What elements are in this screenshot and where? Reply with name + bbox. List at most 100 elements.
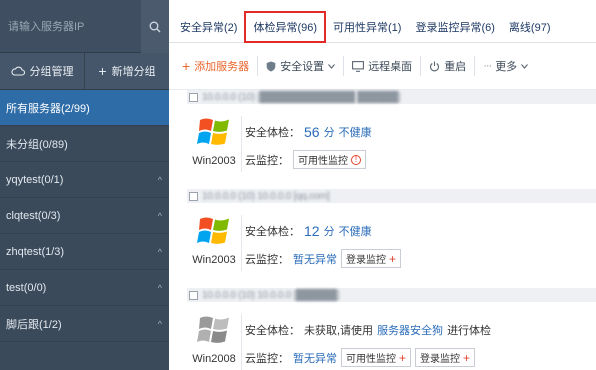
server-title: 10.0.0.0 (10) 10.0.0.0 [██████] bbox=[202, 289, 340, 301]
chevron-down-icon bbox=[521, 63, 529, 69]
group-item-zhqtest[interactable]: zhqtest(1/3) ^ bbox=[0, 234, 169, 270]
tab-label: 可用性异常(1) bbox=[333, 22, 402, 34]
tab-security-exception[interactable]: 安全异常(2) bbox=[173, 12, 244, 42]
group-item-ungrouped[interactable]: 未分组(0/89) bbox=[0, 126, 169, 162]
monitor-row: 云监控： 暂无异常 登录监控 + bbox=[245, 249, 402, 268]
add-server-label: 添加服务器 bbox=[194, 61, 250, 73]
remote-desktop-button[interactable]: 远程桌面 bbox=[344, 53, 420, 79]
divider bbox=[241, 314, 242, 370]
server-checkbox[interactable] bbox=[189, 191, 198, 201]
tag-label: 登录监控 bbox=[420, 354, 461, 365]
tab-checkup-exception[interactable]: 体检异常(96) bbox=[244, 11, 327, 43]
checkup-suffix: 进行体检 bbox=[447, 325, 492, 337]
caret-up-icon[interactable]: ^ bbox=[158, 211, 162, 221]
server-checkbox[interactable] bbox=[189, 92, 198, 102]
more-label: 更多 bbox=[495, 61, 518, 73]
tab-label: 安全异常(2) bbox=[180, 22, 238, 34]
ellipsis-icon: ··· bbox=[483, 60, 492, 72]
health-status-link[interactable]: 不健康 bbox=[339, 223, 372, 239]
new-group-label: 新增分组 bbox=[111, 66, 156, 78]
tab-label: 体检异常(96) bbox=[253, 22, 318, 34]
search-button[interactable] bbox=[141, 0, 169, 53]
warning-icon: ! bbox=[351, 154, 361, 165]
group-item-clqtest[interactable]: clqtest(0/3) ^ bbox=[0, 198, 169, 234]
score-unit: 分 bbox=[323, 127, 335, 139]
add-server-button[interactable]: + 添加服务器 bbox=[174, 53, 257, 79]
server-header: 10.0.0.0 (10) 10.0.0.0 [██████] bbox=[187, 288, 596, 302]
availability-monitor-tag[interactable]: 可用性监控 + bbox=[341, 348, 412, 367]
server-checkbox[interactable] bbox=[189, 290, 198, 300]
security-settings-button[interactable]: 安全设置 bbox=[258, 53, 343, 79]
divider bbox=[241, 215, 242, 271]
tab-bar: 安全异常(2) 体检异常(96) 可用性异常(1) 登录监控异常(6) 离线(9… bbox=[169, 0, 596, 43]
tab-offline[interactable]: 离线(97) bbox=[502, 12, 558, 42]
monitor-label: 云监控： bbox=[245, 352, 289, 365]
tab-label: 登录监控异常(6) bbox=[415, 22, 495, 34]
os-name: Win2008 bbox=[192, 353, 236, 365]
tab-availability-exception[interactable]: 可用性异常(1) bbox=[326, 12, 408, 42]
checkup-label: 安全体检： bbox=[245, 325, 300, 337]
group-manage-button[interactable]: 分组管理 bbox=[0, 53, 84, 89]
server-card: 10.0.0.0 (10) 10.0.0.0 [██████] Win2008 … bbox=[187, 288, 596, 370]
os-badge: Win2003 bbox=[191, 114, 237, 167]
restart-label: 重启 bbox=[444, 61, 467, 73]
group-list: 所有服务器(2/99) 未分组(0/89) yqytest(0/1) ^ clqt… bbox=[0, 90, 169, 342]
server-card: 10.0.0.0 (10) [██████████████ ██████] Wi… bbox=[187, 90, 596, 182]
monitor-status: 暂无异常 bbox=[293, 352, 337, 365]
power-icon bbox=[430, 61, 440, 71]
plus-icon: + bbox=[98, 63, 107, 79]
plus-icon: + bbox=[399, 350, 407, 365]
group-item-heel[interactable]: 脚后跟(1/2) ^ bbox=[0, 306, 169, 342]
checkup-score: 56 bbox=[304, 124, 320, 140]
checkup-row: 安全体检： 未获取,请使用 服务器安全狗 进行体检 bbox=[245, 322, 491, 338]
login-monitor-tag[interactable]: 登录监控 + bbox=[341, 249, 402, 268]
group-label: 脚后跟(1/2) bbox=[6, 318, 62, 331]
sidebar: 分组管理 + 新增分组 所有服务器(2/99) 未分组(0/89) yqytes… bbox=[0, 0, 169, 370]
group-item-test[interactable]: test(0/0) ^ bbox=[0, 270, 169, 306]
search-box bbox=[0, 0, 169, 53]
group-label: 未分组(0/89) bbox=[6, 138, 68, 151]
more-button[interactable]: ··· 更多 bbox=[475, 53, 536, 79]
server-header: 10.0.0.0 (10) [██████████████ ██████] bbox=[187, 90, 596, 104]
toolbar: + 添加服务器 安全设置 远程桌面 重启 ··· 更多 bbox=[169, 43, 596, 90]
tag-label: 可用性监控 bbox=[346, 354, 396, 365]
login-monitor-tag[interactable]: 登录监控 + bbox=[415, 348, 476, 367]
os-badge: Win2008 bbox=[191, 312, 237, 365]
group-label: clqtest(0/3) bbox=[6, 209, 61, 222]
security-settings-label: 安全设置 bbox=[280, 61, 325, 73]
tag-label: 登录监控 bbox=[346, 255, 386, 266]
restart-button[interactable]: 重启 bbox=[421, 53, 474, 79]
group-label: zhqtest(1/3) bbox=[6, 245, 65, 258]
group-bar: 分组管理 + 新增分组 bbox=[0, 53, 169, 90]
os-name: Win2003 bbox=[192, 155, 236, 167]
tab-login-monitor-exception[interactable]: 登录监控异常(6) bbox=[408, 12, 501, 42]
group-label: test(0/0) bbox=[6, 281, 47, 294]
server-body: Win2003 安全体检： 12 分 不健康 云监控： 暂无异常 登录监控 + bbox=[187, 203, 596, 281]
availability-monitor-tag[interactable]: 可用性监控 ! bbox=[293, 150, 366, 169]
group-label: yqytest(0/1) bbox=[6, 173, 64, 186]
caret-up-icon[interactable]: ^ bbox=[158, 175, 162, 185]
plus-icon: + bbox=[182, 58, 191, 74]
server-title: 10.0.0.0 (10) 10.0.0.0 [qq.com] bbox=[202, 190, 330, 202]
search-icon bbox=[149, 21, 161, 32]
group-item-all[interactable]: 所有服务器(2/99) bbox=[0, 90, 169, 126]
caret-up-icon[interactable]: ^ bbox=[158, 247, 162, 257]
group-manage-label: 分组管理 bbox=[29, 66, 74, 78]
chevron-down-icon bbox=[328, 63, 336, 69]
shield-icon bbox=[266, 61, 276, 71]
cloud-icon bbox=[10, 66, 25, 76]
monitor-icon bbox=[352, 60, 365, 72]
server-title: 10.0.0.0 (10) [██████████████ ██████] bbox=[202, 91, 401, 103]
server-body: Win2008 安全体检： 未获取,请使用 服务器安全狗 进行体检 云监控： 暂… bbox=[187, 302, 596, 370]
health-status-link[interactable]: 不健康 bbox=[339, 124, 372, 140]
safedog-link[interactable]: 服务器安全狗 bbox=[377, 322, 443, 338]
tab-label: 离线(97) bbox=[508, 22, 551, 34]
caret-up-icon[interactable]: ^ bbox=[158, 319, 162, 329]
search-input[interactable] bbox=[0, 0, 140, 53]
checkup-score: 12 bbox=[304, 223, 320, 239]
caret-up-icon[interactable]: ^ bbox=[158, 283, 162, 293]
checkup-row: 安全体检： 12 分 不健康 bbox=[245, 223, 372, 239]
new-group-button[interactable]: + 新增分组 bbox=[84, 53, 169, 89]
group-item-yqytest[interactable]: yqytest(0/1) ^ bbox=[0, 162, 169, 198]
monitor-status: 暂无异常 bbox=[293, 253, 337, 266]
